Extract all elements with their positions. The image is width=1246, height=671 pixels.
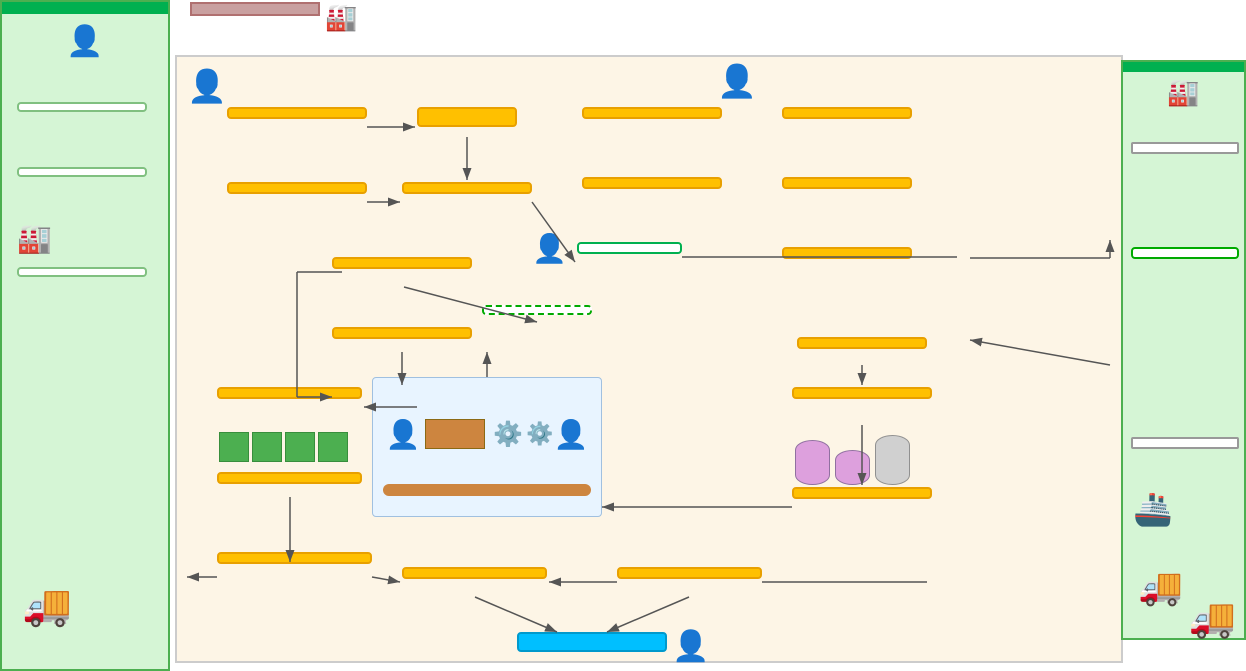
conveyor-box [425, 419, 485, 449]
diagram-container: 👤 🏭 🚚 🏭 👤 [0, 0, 1246, 671]
output-report-box[interactable] [332, 327, 472, 339]
forecast-control-box[interactable] [227, 107, 367, 119]
right-truck-icon: 🚚 [1189, 597, 1236, 641]
supplier-header [1123, 62, 1244, 72]
forecast-box[interactable] [17, 102, 147, 112]
supplier-factory-icon: 🏭 [1123, 77, 1244, 108]
item-reg-box[interactable] [782, 177, 912, 189]
work-instruction-box[interactable] [482, 305, 592, 315]
sales-order-control-box[interactable] [227, 182, 367, 194]
production-line-area: 👤 ⚙️ ⚙️ 👤 [372, 377, 602, 517]
conveyor-belt [383, 484, 591, 496]
material-prep-box[interactable] [1131, 142, 1239, 154]
inv-box1 [219, 432, 249, 462]
customer-person-icon: 👤 [2, 24, 168, 59]
final-goods-picking-box[interactable] [217, 472, 362, 484]
customer-factory-icon: 🏭 [17, 222, 52, 255]
supplier-purchase-list-box[interactable] [1131, 247, 1239, 259]
factory-area: 👤 👤 [175, 55, 1123, 663]
purchase-list-box[interactable] [577, 242, 682, 254]
gear2-icon: ⚙️ [526, 421, 553, 447]
inv-box3 [285, 432, 315, 462]
inv-box2 [252, 432, 282, 462]
material-receipt-box[interactable] [797, 337, 927, 349]
bom-reg-box[interactable] [782, 247, 912, 259]
mrp-box[interactable] [417, 107, 517, 127]
final-goods-storing-box[interactable] [217, 387, 362, 399]
customer-panel: 👤 🏭 🚚 [0, 0, 170, 671]
material-picking-box[interactable] [792, 487, 932, 499]
purchase-price-box[interactable] [582, 177, 722, 189]
material-shipping-box[interactable] [1131, 437, 1239, 449]
material-storing-box[interactable] [792, 387, 932, 399]
worker-left: 👤 [385, 418, 420, 451]
ship-icon: 🚢 [1133, 490, 1173, 528]
accounting-box[interactable] [517, 632, 667, 652]
sales-order-box[interactable] [17, 167, 147, 177]
accountant-icon: 👤 [672, 629, 709, 664]
factory-building-icon: 🏭 [325, 2, 357, 33]
shipping-control-box[interactable] [217, 552, 372, 564]
master-setting-box[interactable] [782, 107, 912, 119]
factory-header [190, 2, 320, 16]
cylinder2 [835, 450, 870, 485]
worker-person1: 👤 [187, 67, 227, 105]
sales-price-box[interactable] [582, 107, 722, 119]
customer-truck-icon: 🚚 [22, 582, 72, 629]
sales-management-box[interactable] [402, 567, 547, 579]
cylinder1 [795, 440, 830, 485]
worker-person3: 👤 [532, 232, 567, 265]
material-cylinders [795, 435, 910, 485]
purchase-control-box[interactable] [402, 182, 532, 194]
worker-right: 👤 [554, 418, 589, 451]
main-diagram: 🏭 👤 👤 [170, 0, 1246, 671]
supplier-panel: 🏭 🚢 🚚 [1121, 60, 1246, 640]
inventory-visual [219, 432, 348, 462]
inv-box4 [318, 432, 348, 462]
gear-icon: ⚙️ [493, 420, 523, 449]
payment-management-box[interactable] [617, 567, 762, 579]
supplier-truck-icon: 🚚 [1138, 566, 1183, 608]
customer-header [2, 2, 168, 14]
process-control-box[interactable] [332, 257, 472, 269]
worker-person2: 👤 [717, 62, 757, 100]
delivery-box[interactable] [17, 267, 147, 277]
cylinder3 [875, 435, 910, 485]
production-visual: 👤 ⚙️ ⚙️ 👤 [373, 384, 601, 484]
